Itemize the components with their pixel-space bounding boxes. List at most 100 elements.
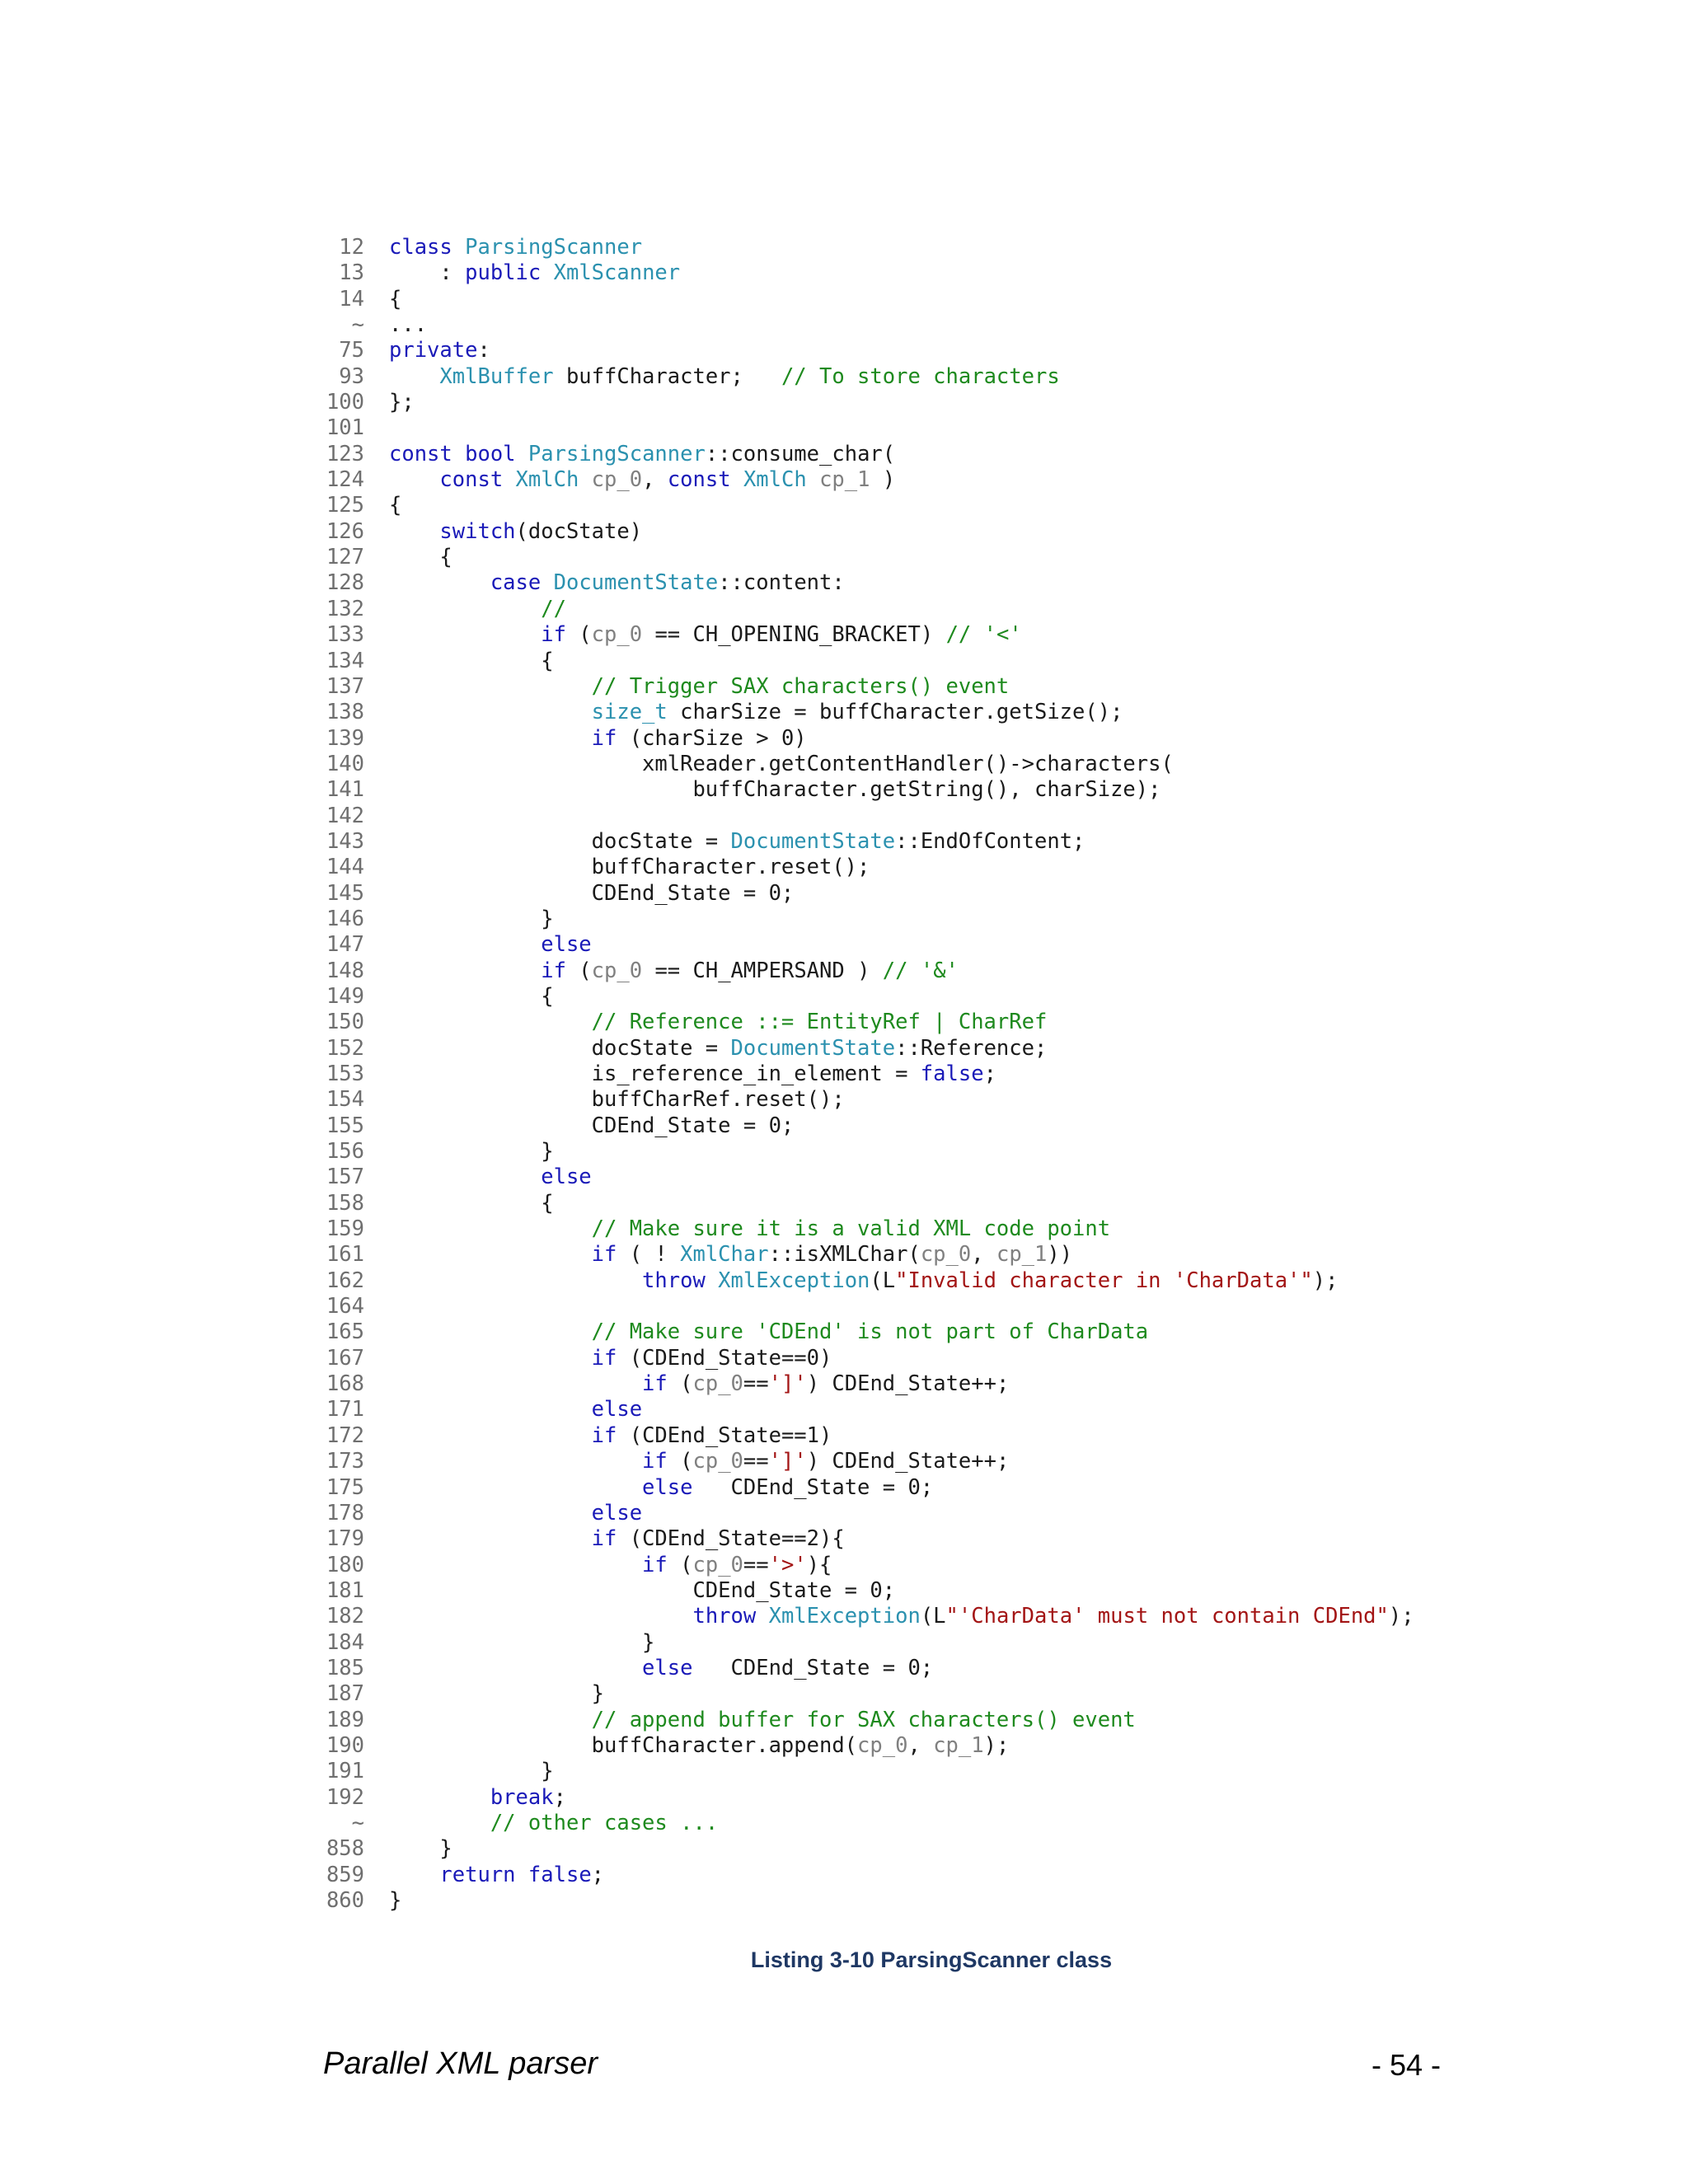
code-keyword: throw: [642, 1268, 706, 1293]
line-number: 124: [326, 467, 364, 493]
code-text: {: [389, 545, 452, 570]
line-number: 12: [339, 235, 364, 260]
code-line: 147 else: [313, 932, 1414, 958]
line-number: 128: [326, 570, 364, 596]
code-keyword: switch: [439, 518, 516, 544]
code-line: 165 // Make sure 'CDEnd' is not part of …: [313, 1319, 1414, 1345]
line-number: 159: [326, 1216, 364, 1242]
code-comment: // To store characters: [781, 363, 1060, 389]
code-keyword: if: [642, 1552, 668, 1577]
code-line: 127 {: [313, 545, 1414, 570]
code-string: "Invalid character in 'CharData'": [895, 1268, 1313, 1293]
line-number: ~: [351, 312, 364, 338]
code-text: charSize = buffCharacter.getSize();: [667, 700, 1123, 725]
code-parameter: cp_0: [591, 622, 643, 648]
code-line: 101: [313, 415, 1414, 441]
code-text: ::consume_char(: [705, 441, 896, 466]
code-keyword: else: [541, 1165, 592, 1190]
code-keyword: else: [642, 1655, 693, 1680]
code-keyword: const: [439, 467, 504, 493]
code-line: 175 else CDEnd_State = 0;: [313, 1475, 1414, 1501]
code-line: 126 switch(docState): [313, 519, 1414, 545]
code-line: 93 XmlBuffer buffCharacter; // To store …: [313, 364, 1414, 390]
line-number: 123: [326, 441, 364, 466]
line-number: 145: [326, 880, 364, 906]
code-comment: // Trigger SAX characters() event: [591, 673, 1010, 699]
code-text: CDEnd_State = 0;: [389, 1577, 896, 1603]
code-text: }: [389, 906, 554, 931]
code-type: DocumentState: [730, 828, 896, 854]
code-line: 167 if (CDEnd_State==0): [313, 1346, 1414, 1371]
code-line: 189 // append buffer for SAX characters(…: [313, 1708, 1414, 1733]
code-line: 132 //: [313, 597, 1414, 622]
line-number: 140: [326, 751, 364, 776]
code-keyword: case: [490, 570, 542, 596]
code-comment: // Make sure 'CDEnd' is not part of Char…: [591, 1319, 1149, 1345]
line-number: 149: [326, 983, 364, 1009]
code-line: 143 docState = DocumentState::EndOfConte…: [313, 829, 1414, 855]
code-keyword: else: [591, 1500, 643, 1526]
code-line: 139 if (charSize > 0): [313, 726, 1414, 752]
code-text: ;: [983, 1062, 996, 1086]
code-keyword: if: [642, 1449, 668, 1474]
code-line: 157 else: [313, 1165, 1414, 1190]
code-text: (: [565, 622, 592, 648]
code-text: == CH_OPENING_BRACKET): [642, 622, 946, 648]
code-text: ,: [907, 1732, 934, 1758]
line-number: 154: [326, 1087, 364, 1113]
code-type: XmlScanner: [553, 260, 681, 286]
code-text: }: [389, 1629, 655, 1655]
code-keyword: public: [465, 260, 542, 286]
code-keyword: if: [591, 1422, 617, 1448]
code-line: 12 class ParsingScanner: [313, 235, 1414, 260]
code-text: (L: [870, 1268, 896, 1293]
code-text: {: [389, 493, 402, 518]
code-line: 182 throw XmlException(L"'CharData' must…: [313, 1604, 1414, 1629]
code-type: ParsingScanner: [465, 235, 643, 260]
code-text: }: [389, 1836, 452, 1862]
code-line: 155 CDEnd_State = 0;: [313, 1113, 1414, 1139]
code-line: 178 else: [313, 1501, 1414, 1526]
line-number: 168: [326, 1371, 364, 1397]
line-number: 132: [326, 596, 364, 621]
code-line: 141 buffCharacter.getString(), charSize)…: [313, 777, 1414, 803]
line-number: 187: [326, 1681, 364, 1707]
code-text: );: [1388, 1604, 1414, 1629]
code-keyword: bool: [465, 441, 516, 466]
code-line: 138 size_t charSize = buffCharacter.getS…: [313, 700, 1414, 725]
code-text: ;: [591, 1862, 605, 1887]
line-number: 171: [326, 1397, 364, 1422]
code-keyword: if: [591, 1526, 617, 1552]
code-line: 146 }: [313, 907, 1414, 932]
code-keyword: if: [541, 622, 566, 648]
line-number: 146: [326, 906, 364, 931]
code-text: ==: [743, 1371, 769, 1397]
code-line: 149 {: [313, 984, 1414, 1010]
code-line: 100};: [313, 390, 1414, 415]
code-line: 142: [313, 804, 1414, 829]
code-text: {: [389, 983, 554, 1009]
listing-caption: Listing 3-10 ParsingScanner class: [750, 1947, 1113, 1972]
code-text: ,: [642, 467, 668, 493]
code-text: )): [1047, 1242, 1073, 1268]
code-keyword: else: [541, 932, 592, 958]
code-line: 125 {: [313, 493, 1414, 518]
code-text: docState =: [389, 828, 731, 854]
code-text: :: [477, 338, 490, 363]
code-text: ==: [743, 1449, 769, 1474]
code-line: 168 if (cp_0==']') CDEnd_State++;: [313, 1371, 1414, 1397]
code-keyword: if: [591, 1242, 617, 1268]
